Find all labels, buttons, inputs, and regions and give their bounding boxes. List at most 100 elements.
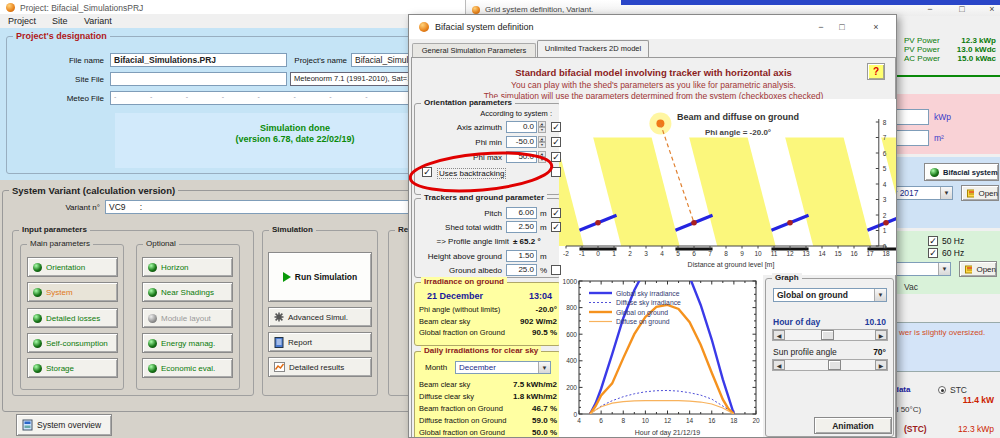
svg-text:7: 7	[883, 134, 887, 141]
sun-angle-slider[interactable]: ◀ ▶	[772, 359, 888, 371]
grid-window-icon	[472, 6, 480, 14]
hz50-checkbox[interactable]	[928, 236, 938, 246]
backtracking-row: Uses backtracking	[414, 166, 561, 179]
slider-right-arrow[interactable]: ▶	[875, 360, 887, 370]
stc-radio-label: STC	[950, 385, 967, 395]
report-icon	[274, 337, 284, 348]
phi-max-field[interactable]: 50.0	[506, 151, 537, 163]
daily-row: Diffuse clear sky1.8 kWh/m2	[419, 392, 557, 403]
ground-albedo-row: Ground albedo25.0%	[414, 264, 561, 277]
pvsyst-app-icon	[6, 3, 15, 12]
near-shadings-button[interactable]: Near Shadings	[142, 282, 233, 302]
combo-arrow-icon[interactable]	[874, 289, 886, 301]
storage-button[interactable]: Storage	[27, 358, 118, 378]
axis-azimuth-checkbox[interactable]	[551, 122, 561, 132]
svg-text:17: 17	[866, 250, 874, 257]
system-button[interactable]: System	[27, 282, 118, 302]
grid-maximize-button[interactable]: □	[953, 4, 971, 14]
ground-albedo-field[interactable]: 25.0	[506, 264, 537, 276]
report-button[interactable]: Report	[268, 332, 372, 352]
horizon-button[interactable]: Horizon	[142, 257, 233, 277]
svg-text:14: 14	[686, 417, 694, 424]
svg-text:11: 11	[771, 250, 778, 257]
daily-row: Diffuse fraction on Ground59.0 %	[419, 416, 557, 427]
svg-text:600: 600	[566, 331, 577, 338]
month-combo[interactable]: December	[455, 361, 551, 374]
open-button-1[interactable]: Open	[961, 185, 999, 201]
svg-text:16: 16	[708, 417, 716, 424]
bifacial-system-button[interactable]: Bifacial system	[924, 163, 999, 181]
irradiance-date: 21 December	[427, 291, 483, 301]
tab-unlimited-trackers[interactable]: Unlimited Trackers 2D model	[537, 40, 649, 57]
help-button[interactable]: ?	[867, 63, 885, 80]
orientation-button[interactable]: Orientation	[27, 257, 118, 277]
phi-min-field[interactable]: -50.0	[506, 136, 537, 148]
slider-left-arrow[interactable]: ◀	[773, 360, 785, 370]
site-file-field[interactable]	[110, 72, 287, 86]
according-label: According to system :	[480, 109, 552, 118]
combo-arrow-icon[interactable]	[538, 362, 550, 373]
backtracking-checkbox[interactable]	[422, 167, 432, 177]
svg-text:Phi angle = -20.0°: Phi angle = -20.0°	[705, 128, 771, 137]
svg-text:18: 18	[882, 250, 890, 257]
system-overview-button[interactable]: System overview	[16, 414, 112, 436]
backtracking-system-checkbox[interactable]	[551, 167, 561, 177]
simulation-title: Simulation	[269, 225, 316, 234]
bifacial-dialog: Bifacial system definition − □ × General…	[408, 14, 897, 438]
axis-azimuth-field[interactable]: 0.0	[506, 121, 537, 133]
pitch-field[interactable]: 6.00	[506, 207, 537, 219]
hz60-checkbox[interactable]	[928, 248, 938, 258]
slider-left-arrow[interactable]: ◀	[773, 330, 785, 340]
advanced-simul-button[interactable]: Advanced Simul.	[268, 307, 372, 327]
dialog-maximize-button[interactable]: □	[833, 22, 851, 32]
energy-manag-button[interactable]: Energy manag.	[142, 333, 233, 353]
animation-button[interactable]: Animation	[814, 417, 892, 434]
self-consumption-button[interactable]: Self-consumption	[27, 333, 118, 353]
shed-width-checkbox[interactable]	[551, 222, 561, 232]
slider-right-arrow[interactable]: ▶	[875, 330, 887, 340]
grid-minimize-button[interactable]: −	[921, 4, 939, 14]
detailed-results-button[interactable]: Detailed results	[268, 357, 372, 377]
site-file-label: Site File	[30, 75, 104, 84]
graph-selector-combo[interactable]: Global on ground	[773, 288, 887, 302]
combo-arrow-icon[interactable]	[938, 263, 950, 275]
svg-text:-2: -2	[563, 250, 569, 257]
ground-albedo-checkbox[interactable]	[551, 265, 561, 275]
meteo-file-label: Meteo File	[30, 94, 104, 103]
shed-width-field[interactable]: 2.50	[506, 221, 537, 233]
detailed-losses-button[interactable]: Detailed losses	[27, 308, 118, 328]
tab-general-params[interactable]: General Simulation Parameters	[412, 43, 536, 57]
svg-text:5: 5	[883, 165, 887, 172]
svg-text:1: 1	[612, 250, 616, 257]
run-simulation-button[interactable]: Run Simulation	[268, 252, 372, 302]
file-name-field[interactable]: Bifacial_Simulations.PRJ	[110, 53, 287, 67]
energy-manag-icon	[148, 339, 157, 348]
menu-variant[interactable]: Variant	[84, 16, 112, 26]
module-layout-button[interactable]: Module layout	[142, 308, 233, 328]
menu-site[interactable]: Site	[52, 16, 68, 26]
play-icon	[283, 272, 291, 282]
dialog-minimize-button[interactable]: −	[812, 22, 830, 32]
profile-angle-value: ± 65.2 °	[513, 237, 541, 246]
open-button-2[interactable]: Open	[959, 261, 997, 277]
grid-window-title: Grid system definition, Variant.	[485, 5, 593, 14]
svg-text:14: 14	[818, 250, 826, 257]
phi-max-checkbox[interactable]	[551, 152, 561, 162]
svg-text:0: 0	[596, 250, 600, 257]
hour-slider[interactable]: ◀ ▶	[772, 329, 888, 341]
dialog-close-button[interactable]: ×	[867, 22, 885, 32]
irradiance-time: 13:04	[529, 291, 552, 301]
economic-eval-button[interactable]: Economic eval.	[142, 358, 233, 378]
variant-label: Variant n°	[40, 203, 100, 212]
svg-text:Global sky irradiance: Global sky irradiance	[616, 290, 680, 298]
vac-label: Vac	[904, 282, 918, 292]
pitch-checkbox[interactable]	[551, 208, 561, 218]
module-layout-icon	[148, 314, 157, 323]
grid-close-button[interactable]: ×	[983, 4, 1000, 14]
height-above-ground-field[interactable]: 1.50	[506, 250, 537, 262]
menu-project[interactable]: Project	[8, 16, 36, 26]
combo-arrow-icon[interactable]	[940, 187, 952, 199]
phi-min-checkbox[interactable]	[551, 137, 561, 147]
detailed-losses-icon	[33, 314, 42, 323]
stc-radio[interactable]	[938, 386, 946, 394]
